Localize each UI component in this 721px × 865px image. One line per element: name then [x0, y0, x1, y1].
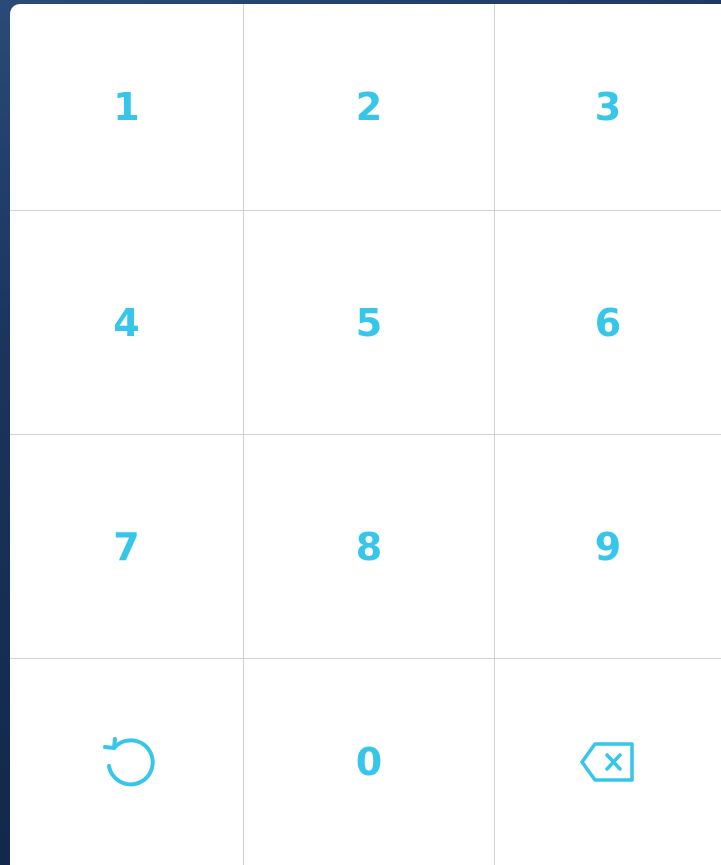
key-4[interactable]: 4: [10, 211, 244, 435]
backspace-button[interactable]: [495, 659, 721, 865]
key-3[interactable]: 3: [495, 4, 721, 211]
key-label: 4: [113, 300, 140, 345]
key-8[interactable]: 8: [244, 435, 495, 659]
key-label: 5: [355, 300, 383, 345]
key-2[interactable]: 2: [244, 4, 495, 211]
key-6[interactable]: 6: [495, 211, 721, 435]
key-0[interactable]: 0: [244, 659, 495, 865]
key-label: 8: [355, 524, 383, 569]
reset-icon: [98, 734, 156, 790]
key-label: 2: [355, 85, 383, 129]
key-label: 1: [113, 85, 140, 129]
reset-button[interactable]: [10, 659, 244, 865]
key-label: 7: [113, 524, 140, 569]
key-label: 0: [355, 740, 383, 784]
numeric-keypad: 1 2 3 4 5 6 7 8 9 0: [10, 4, 721, 865]
key-1[interactable]: 1: [10, 4, 244, 211]
backspace-icon: [579, 741, 637, 783]
key-label: 6: [594, 300, 622, 345]
key-9[interactable]: 9: [495, 435, 721, 659]
key-label: 9: [594, 524, 622, 569]
key-7[interactable]: 7: [10, 435, 244, 659]
key-5[interactable]: 5: [244, 211, 495, 435]
key-label: 3: [594, 85, 622, 129]
